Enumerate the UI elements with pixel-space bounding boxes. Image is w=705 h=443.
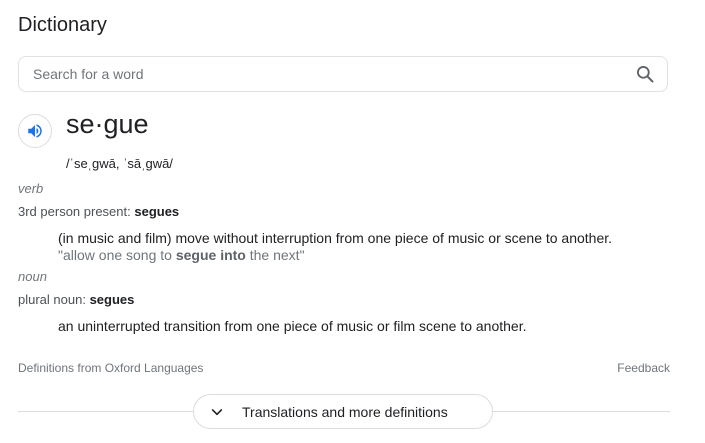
- verb-form-label: 3rd person present: [18, 204, 128, 219]
- speaker-icon: [26, 122, 44, 140]
- noun-definition: an uninterrupted transition from one pie…: [58, 318, 527, 334]
- verb-definition: (in music and film) move without interru…: [58, 230, 613, 246]
- translations-more-button[interactable]: Translations and more definitions: [193, 394, 493, 429]
- search-input[interactable]: [33, 59, 635, 89]
- pronunciation-audio-button[interactable]: [18, 114, 52, 148]
- chevron-down-icon: [210, 405, 224, 419]
- example-text-before: allow one song to: [62, 247, 176, 263]
- example-text-after: the next: [245, 247, 300, 263]
- form-separator: :: [82, 292, 90, 307]
- verb-form-line: 3rd person present: segues: [18, 204, 179, 219]
- example-close-quote: ": [299, 247, 305, 263]
- part-of-speech-verb: verb: [18, 181, 44, 196]
- verb-example: "allow one song to segue into the next": [58, 247, 305, 263]
- example-highlight: segue into: [175, 247, 246, 263]
- noun-form-label: plural noun: [18, 292, 83, 307]
- search-box[interactable]: [18, 56, 668, 92]
- feedback-link[interactable]: Feedback: [617, 361, 670, 375]
- definitions-source: Definitions from Oxford Languages: [18, 361, 204, 375]
- verb-form-value: segues: [134, 204, 180, 219]
- phonetic-transcription: /ˈseˌɡwā, ˈsāˌɡwā/: [66, 156, 173, 171]
- translations-more-label: Translations and more definitions: [242, 403, 448, 420]
- noun-form-value: segues: [89, 292, 135, 307]
- part-of-speech-noun: noun: [18, 269, 47, 284]
- page-title: Dictionary: [18, 14, 107, 36]
- search-icon[interactable]: [635, 64, 655, 84]
- headword: se·gue: [66, 109, 149, 139]
- noun-form-line: plural noun: segues: [18, 292, 134, 307]
